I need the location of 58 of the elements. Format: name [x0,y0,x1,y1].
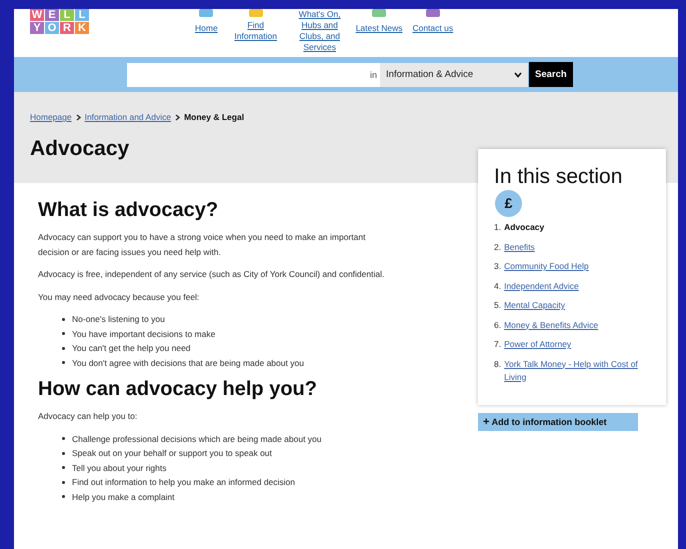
list-item: Tell you about your rights [62,460,390,475]
logo-letter: R [60,22,74,34]
logo-letter: E [45,9,59,21]
paragraph: Advocacy can support you to have a strong voice when you need to make an important decision or are facing issues you need help with. [38,231,366,259]
item-number: 4. [494,280,502,292]
list-item: Challenge professional decisions which are being made about you [62,432,390,446]
section-link[interactable]: Money & Benefits Advice [504,318,598,332]
nav-link[interactable]: What's On, Hubs and Clubs, and Services [294,9,346,53]
scope-label: in [367,62,380,86]
chevron-icon [76,114,81,120]
list-item: Find out information to help you make an informed decision [62,475,390,490]
search-button[interactable]: Search [529,62,573,87]
chevron-icon [175,114,180,120]
card-title: In this section [494,165,624,189]
breadcrumb-link[interactable]: Information and Advice [84,112,172,122]
nav-link[interactable]: Latest News [356,23,402,34]
logo-letter: Y [30,22,44,34]
nav-link[interactable]: Home [195,23,218,34]
section-heading: What is advocacy? [38,199,220,222]
item-number: 8. [494,358,502,370]
nav-link[interactable]: Contact us [412,23,454,34]
chevron-icon [514,72,522,78]
item-number: 1. [494,221,502,234]
section-link[interactable]: Independent Advice [504,280,579,292]
list-item: No-one's listening to you [62,312,390,326]
list-item: Help you make a complaint [62,490,390,504]
breadcrumb-current: Money & Legal [184,112,244,122]
item-number: 7. [494,338,502,351]
item-number: 5. [494,299,502,312]
logo-letter: L [60,9,74,21]
list-item: You have important decisions to make [62,326,390,341]
item-number: 3. [494,260,502,273]
logo-letter: W [30,9,44,21]
section-link[interactable]: Benefits [504,240,535,254]
section-link[interactable]: Community Food Help [504,260,589,273]
search-field[interactable] [127,62,367,86]
section-link[interactable]: Advocacy [504,221,544,234]
section-link[interactable]: York Talk Money - Help with Cost of Living [504,358,656,384]
logo-letter: L [75,9,89,21]
section-link[interactable]: Power of Attorney [504,338,572,351]
logo-letter: O [45,22,59,34]
breadcrumb-link[interactable]: Homepage [30,112,72,122]
pound-badge: £ [495,190,522,217]
logo-letter: K [75,22,89,34]
item-number: 6. [494,318,502,332]
list-item: Speak out on your behalf or support you to speak out [62,446,390,460]
paragraph: Advocacy can help you to: [38,410,138,423]
add-booklet-button[interactable]: + Add to information booklet [478,413,638,431]
scope-dropdown[interactable]: Information & Advice [380,62,528,86]
list-item: You can't get the help you need [62,341,390,356]
paragraph: Advocacy is free, independent of any service (such as City of York Council) and confidential. [38,268,386,281]
page-title: Advocacy [30,137,130,161]
list-item: You don't agree with decisions that are being made about you [62,356,390,370]
section-heading: How can advocacy help you? [38,378,318,401]
section-link[interactable]: Mental Capacity [504,299,566,312]
paragraph: You may need advocacy because you feel: [38,290,200,304]
nav-link[interactable]: Find Information [228,20,284,42]
item-number: 2. [494,240,502,254]
